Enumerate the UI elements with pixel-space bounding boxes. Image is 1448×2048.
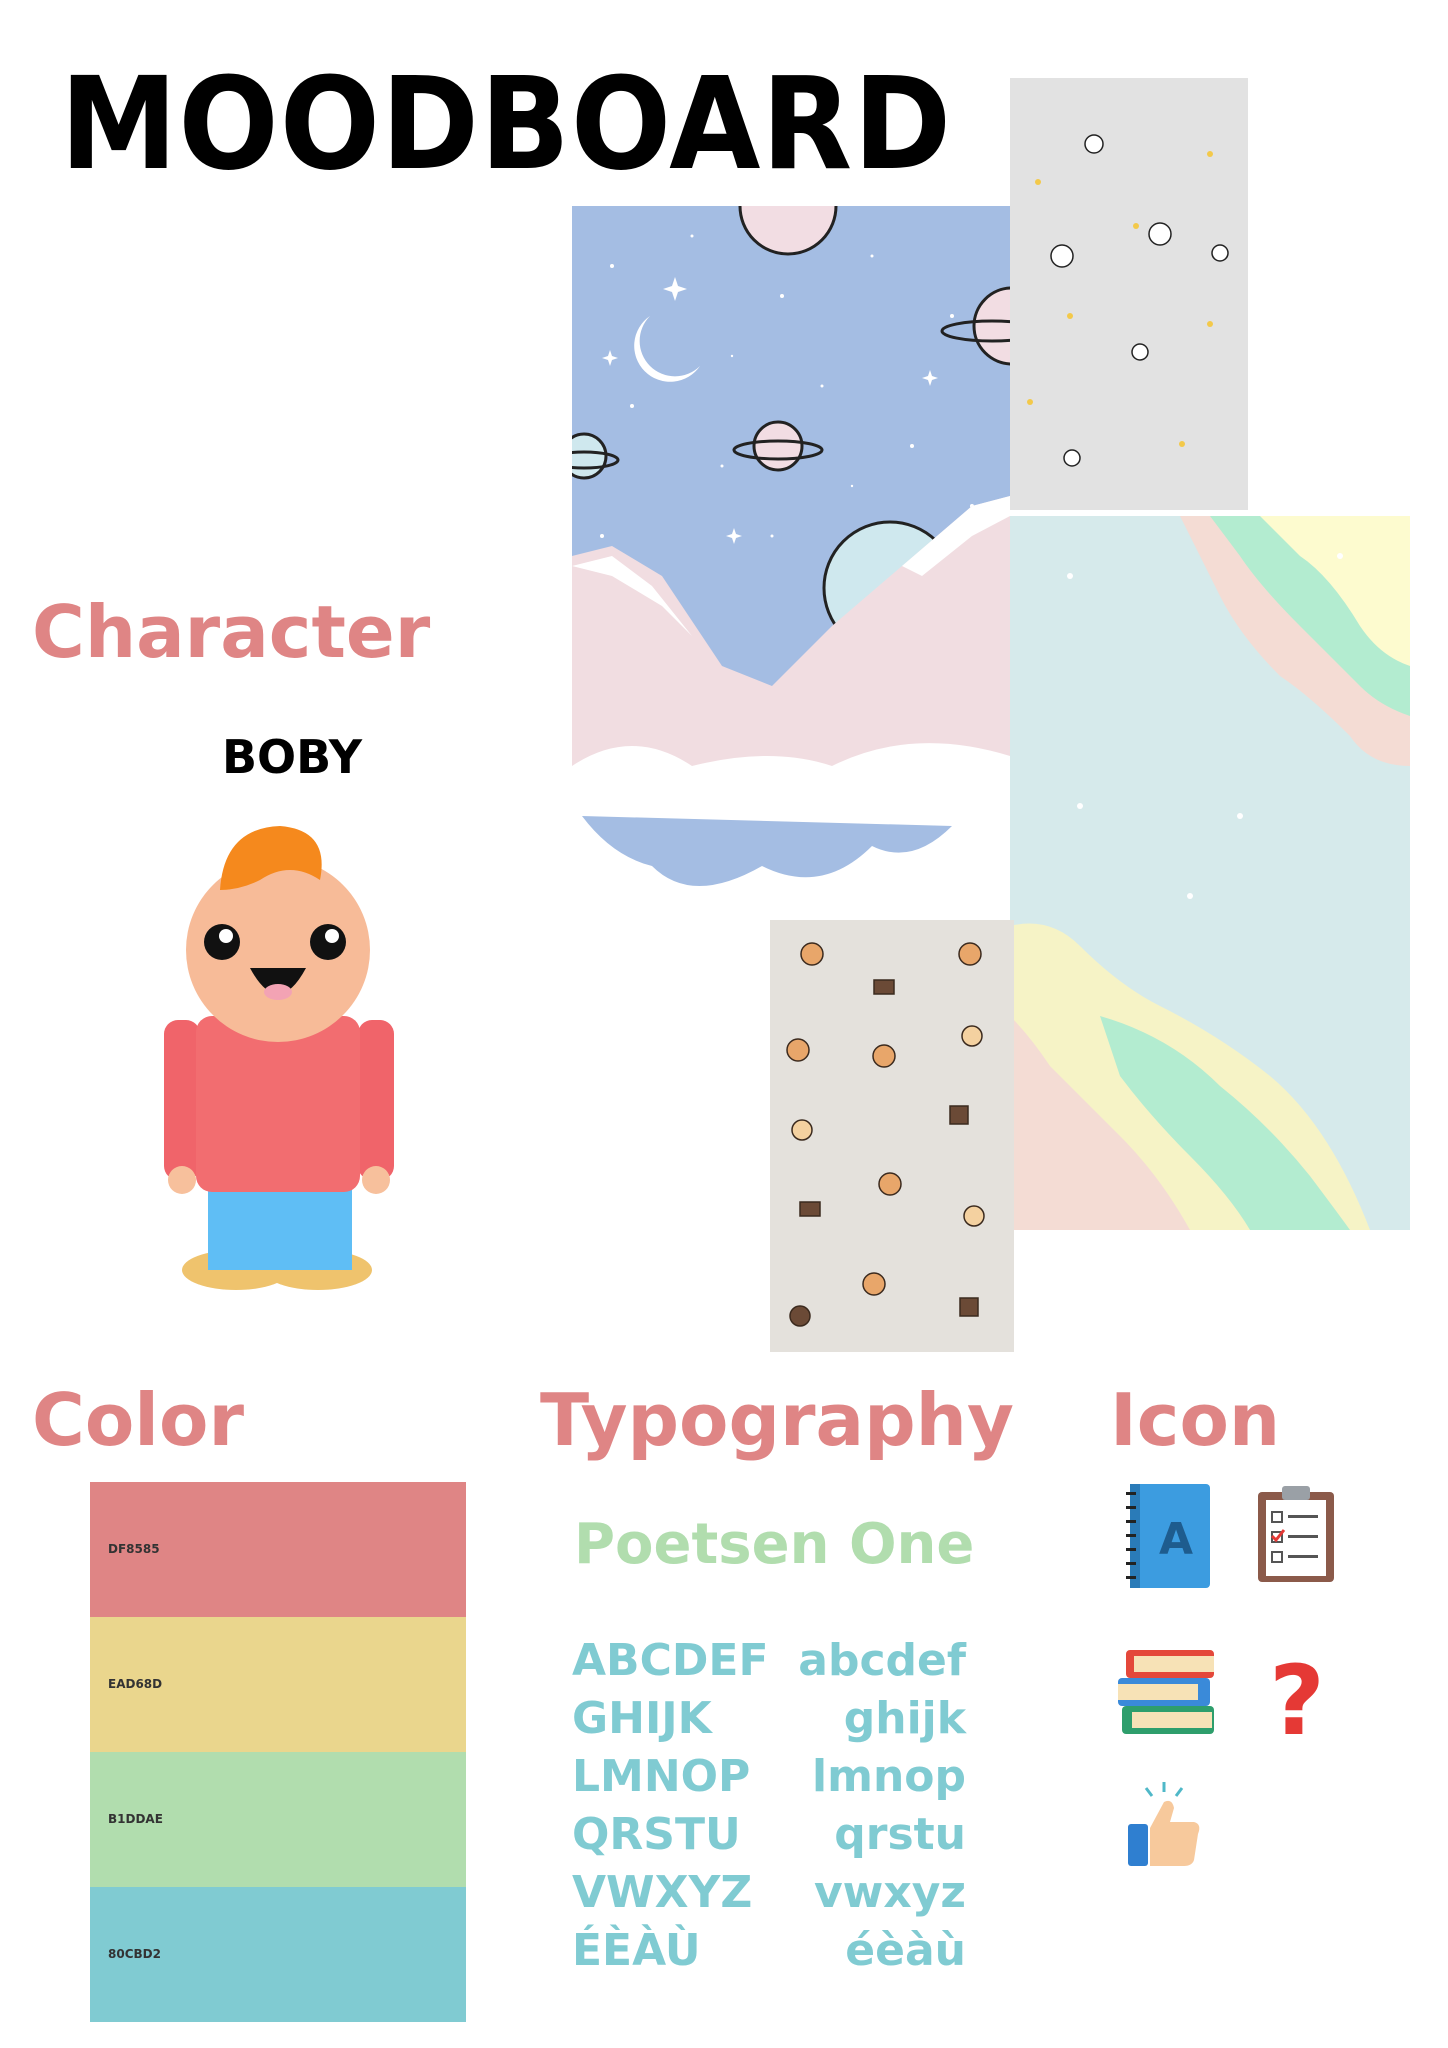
lowercase-row: qrstu <box>834 1809 966 1860</box>
typography-heading: Typography <box>540 1378 1014 1462</box>
space-image <box>572 206 1010 912</box>
uppercase-row: QRSTU <box>572 1809 741 1860</box>
cloud-pattern-image <box>1010 78 1248 510</box>
font-name: Poetsen One <box>574 1512 975 1577</box>
notebook-icon: A <box>1124 1482 1214 1592</box>
notebook-letter: A <box>1159 1514 1193 1565</box>
lowercase-row: ghijk <box>843 1693 966 1744</box>
question-mark-icon: ? <box>1262 1646 1332 1746</box>
character-name: BOBY <box>222 730 363 784</box>
lowercase-row: lmnop <box>812 1751 966 1802</box>
color-swatch-df8585: DF8585 <box>90 1482 466 1617</box>
question-mark-glyph: ? <box>1269 1646 1325 1746</box>
cupcake-pattern-image <box>770 920 1014 1352</box>
swatch-hex-label: B1DDAE <box>108 1812 163 1826</box>
thumbs-up-icon <box>1124 1780 1204 1870</box>
page-title: MOODBOARD <box>60 49 953 199</box>
lowercase-row: vwxyz <box>813 1867 966 1918</box>
lowercase-glyphs: abcdef ghijk lmnop qrstu vwxyz éèàù <box>770 1632 966 1980</box>
uppercase-row: ÉÈÀÙ <box>572 1925 701 1976</box>
swatch-hex-label: 80CBD2 <box>108 1947 161 1961</box>
icon-heading: Icon <box>1110 1378 1281 1462</box>
swatch-hex-label: EAD68D <box>108 1677 163 1691</box>
uppercase-row: VWXYZ <box>572 1867 753 1918</box>
uppercase-row: LMNOP <box>572 1751 751 1802</box>
character-heading: Character <box>32 590 431 674</box>
pastel-waves-image <box>1010 516 1410 1230</box>
color-swatch-b1ddae: B1DDAE <box>90 1752 466 1887</box>
uppercase-row: GHIJK <box>572 1693 712 1744</box>
clipboard-checklist-icon <box>1256 1484 1336 1584</box>
lowercase-row: abcdef <box>798 1635 966 1686</box>
character-illustration <box>160 820 400 1300</box>
color-heading: Color <box>32 1378 244 1462</box>
color-swatch-ead68d: EAD68D <box>90 1617 466 1752</box>
color-swatch-80cbd2: 80CBD2 <box>90 1887 466 2022</box>
lowercase-row: éèàù <box>845 1925 966 1976</box>
books-icon <box>1118 1646 1218 1740</box>
uppercase-row: ABCDEF <box>572 1635 769 1686</box>
uppercase-glyphs: ABCDEF GHIJK LMNOP QRSTU VWXYZ ÉÈÀÙ <box>572 1632 769 1980</box>
swatch-hex-label: DF8585 <box>108 1542 160 1556</box>
